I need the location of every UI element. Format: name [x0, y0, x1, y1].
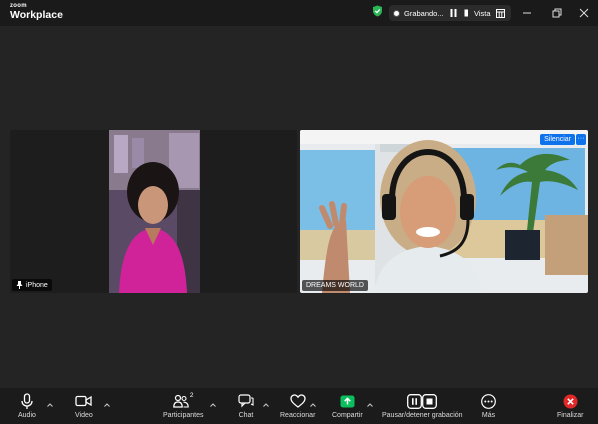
chat-icon: [238, 392, 254, 410]
meeting-status: Grabando...: [372, 5, 478, 21]
video-options-chevron-up-icon[interactable]: [103, 396, 111, 407]
microphone-icon: [20, 392, 34, 410]
chat-button[interactable]: Chat: [238, 392, 254, 419]
video-label: Video: [75, 412, 93, 419]
share-label: Compartir: [332, 412, 363, 419]
view-button[interactable]: Vista: [468, 5, 511, 21]
video-button[interactable]: Video: [75, 392, 93, 419]
video-camera-icon: [75, 392, 93, 410]
share-screen-button[interactable]: Compartir: [332, 392, 363, 419]
restore-icon[interactable]: [551, 6, 563, 18]
recording-control-label: Pausar/detener grabación: [382, 412, 463, 419]
participant-name-tag: iPhone: [12, 279, 52, 291]
end-label: Finalizar: [557, 412, 584, 419]
participants-icon: 2: [173, 392, 194, 410]
participants-options-chevron-up-icon[interactable]: [209, 396, 217, 407]
title-bar: zoom Workplace Grabando... Vista: [0, 0, 598, 26]
chat-label: Chat: [238, 412, 254, 419]
participant-tile-dreams-world[interactable]: Silenciar ··· DREAMS WORLD: [300, 130, 588, 293]
audio-label: Audio: [18, 412, 36, 419]
end-meeting-icon: [563, 392, 578, 410]
recording-controls-icon: [407, 392, 438, 410]
pause-stop-recording-button[interactable]: Pausar/detener grabación: [382, 392, 463, 419]
participant-tile-iphone[interactable]: iPhone: [10, 130, 297, 293]
participant-more-button[interactable]: ···: [576, 134, 586, 145]
react-options-chevron-up-icon[interactable]: [309, 396, 317, 407]
participant-name: DREAMS WORLD: [306, 282, 364, 289]
participant-count: 2: [189, 392, 194, 399]
participant-name: iPhone: [26, 281, 48, 289]
more-button[interactable]: Más: [481, 392, 496, 419]
participant-name-tag: DREAMS WORLD: [302, 280, 368, 291]
record-icon: [393, 9, 400, 17]
more-icon: [481, 392, 496, 410]
recording-label: Grabando...: [404, 8, 444, 18]
react-label: Reaccionar: [280, 412, 316, 419]
view-label: Vista: [474, 8, 491, 18]
participants-label: Participantes: [163, 412, 204, 419]
meeting-toolbar: Audio Video 2 Participantes Chat Reaccio…: [0, 388, 598, 424]
app-logo: zoom Workplace: [10, 3, 63, 21]
end-meeting-button[interactable]: Finalizar: [557, 392, 583, 419]
recording-indicator[interactable]: Grabando...: [389, 5, 478, 21]
audio-button[interactable]: Audio: [18, 392, 36, 419]
audio-options-chevron-up-icon[interactable]: [46, 396, 54, 407]
participants-button[interactable]: 2 Participantes: [163, 392, 203, 419]
pause-recording-icon[interactable]: [450, 9, 458, 17]
app-brand-name: Workplace: [10, 9, 63, 21]
share-options-chevron-up-icon[interactable]: [366, 396, 374, 407]
chat-options-chevron-up-icon[interactable]: [262, 396, 270, 407]
mute-participant-button[interactable]: Silenciar: [540, 134, 575, 145]
participant-video-dreams-world: [300, 130, 588, 293]
more-label: Más: [481, 412, 496, 419]
pin-icon: [16, 281, 23, 289]
heart-icon: [290, 392, 306, 410]
close-icon[interactable]: [578, 6, 590, 18]
participant-video-iphone: [109, 130, 200, 293]
share-screen-icon: [340, 392, 355, 410]
minimize-icon[interactable]: [521, 6, 533, 18]
shield-icon[interactable]: [372, 4, 383, 22]
grid-view-icon: [495, 8, 505, 18]
